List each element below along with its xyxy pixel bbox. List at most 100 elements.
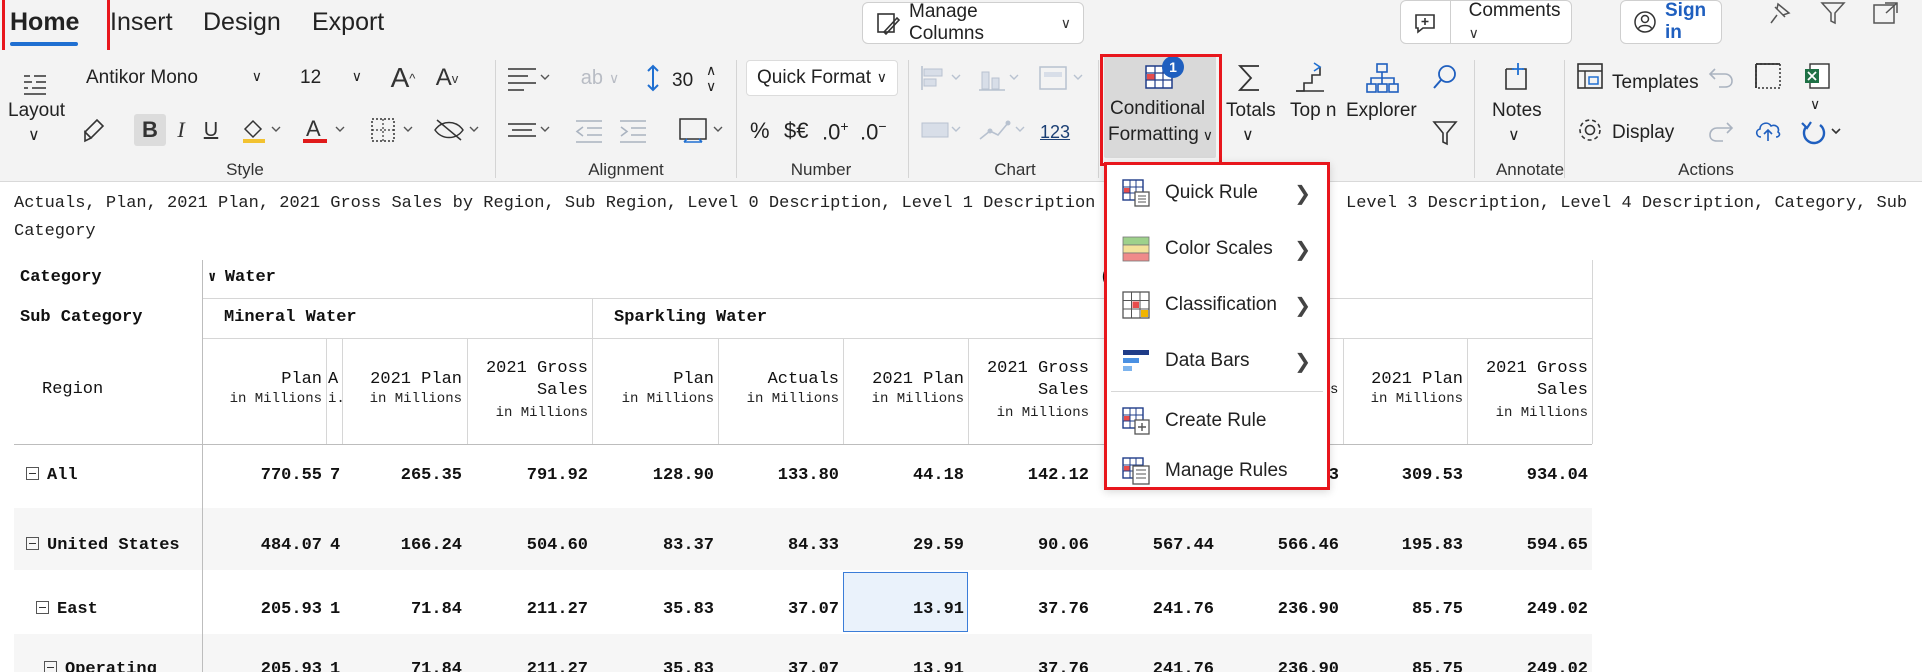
row-label[interactable]: All [26, 466, 78, 485]
filter-icon[interactable] [1428, 116, 1462, 150]
totals-button[interactable]: Totals [1226, 100, 1276, 122]
column-header[interactable]: 2021 Plan in Millions [344, 370, 462, 408]
collapse-icon[interactable] [26, 537, 39, 550]
table-cell[interactable]: 309.53 [1346, 466, 1463, 485]
cloud-upload-icon[interactable] [1752, 114, 1784, 146]
table-cell[interactable]: 37.76 [971, 660, 1089, 672]
column-header[interactable]: Actuals in Millions [721, 370, 839, 408]
increase-decimals-button[interactable]: .0+ [822, 118, 849, 145]
increase-font-icon[interactable]: A ^ [386, 62, 420, 94]
table-cell[interactable]: 241.76 [1096, 660, 1214, 672]
table-cell[interactable]: 934.04 [1470, 466, 1588, 485]
table-cell[interactable]: 770.55 [210, 466, 322, 485]
column-header[interactable]: 2021 Gross Sales in Millions [470, 358, 588, 424]
chevron-down-icon[interactable]: ∨ [28, 125, 40, 145]
table-cell[interactable]: 1 [328, 600, 342, 619]
redo-icon[interactable] [1706, 116, 1736, 146]
table-cell[interactable]: 484.07 [210, 536, 322, 555]
add-comment-button[interactable] [1401, 1, 1451, 43]
table-cell[interactable]: 791.92 [470, 466, 588, 485]
notes-button[interactable]: Notes [1492, 100, 1542, 122]
table-cell[interactable]: 567.44 [1096, 536, 1214, 555]
table-cell[interactable]: 128.90 [596, 466, 714, 485]
fill-color-button[interactable] [240, 114, 284, 146]
column-header[interactable]: Plan in Millions [596, 370, 714, 408]
freeze-panes-icon[interactable] [1752, 60, 1784, 92]
table-cell[interactable]: 85.75 [1346, 600, 1463, 619]
table-cell[interactable]: 211.27 [470, 600, 588, 619]
refresh-button[interactable] [1798, 116, 1848, 148]
undo-icon[interactable] [1706, 62, 1736, 92]
vertical-align-button[interactable] [505, 114, 555, 146]
format-painter-icon[interactable] [80, 112, 110, 146]
bar-chart-button[interactable] [918, 62, 970, 94]
collapse-icon[interactable] [26, 467, 39, 480]
table-cell[interactable]: 13.91 [846, 600, 964, 619]
table-cell[interactable]: 37.07 [721, 600, 839, 619]
table-cell[interactable]: 166.24 [344, 536, 462, 555]
column-header[interactable]: 2021 Gross Sales in Millions [1470, 358, 1588, 424]
table-cell[interactable]: 7 [328, 466, 342, 485]
table-cell[interactable]: 1 [328, 660, 342, 672]
manage-columns-button[interactable]: Manage Columns ∨ [862, 1, 1084, 44]
table-cell[interactable]: 13.91 [846, 660, 964, 672]
waterfall-chart-button[interactable] [918, 114, 970, 146]
hide-button[interactable] [432, 114, 482, 146]
table-cell[interactable]: 133.80 [721, 466, 839, 485]
row-height-value[interactable]: 30 [672, 70, 693, 92]
sub-category-sparkling-water[interactable]: Sparkling Water [614, 308, 767, 327]
search-icon[interactable] [1428, 60, 1462, 94]
horizontal-align-button[interactable] [505, 62, 555, 94]
table-cell[interactable]: 241.76 [1096, 600, 1214, 619]
table-cell[interactable]: 205.93 [210, 600, 322, 619]
comments-button[interactable]: Comments ∨ [1459, 0, 1571, 44]
table-cell[interactable]: 142.12 [971, 466, 1089, 485]
row-label[interactable]: East [36, 600, 98, 619]
tab-export[interactable]: Export [312, 8, 384, 37]
expand-button[interactable] [1868, 0, 1902, 26]
explorer-button[interactable]: Explorer [1346, 100, 1417, 122]
menu-item-classification[interactable]: Classification ❯ [1107, 277, 1327, 333]
row-label[interactable]: United States [26, 536, 180, 555]
table-cell[interactable]: 236.90 [1221, 600, 1339, 619]
bold-button[interactable]: B [134, 114, 166, 146]
italic-button[interactable]: I [170, 114, 192, 146]
decrease-font-icon[interactable]: Av [430, 62, 464, 94]
font-color-button[interactable]: A [300, 114, 348, 146]
column-width-button[interactable] [676, 114, 726, 146]
display-button[interactable]: Display [1612, 122, 1674, 144]
percent-button[interactable]: % [750, 118, 770, 144]
table-cell[interactable]: 37.76 [971, 600, 1089, 619]
table-cell[interactable]: 71.84 [344, 660, 462, 672]
table-cell[interactable]: 44.18 [846, 466, 964, 485]
table-cell[interactable]: 35.83 [596, 660, 714, 672]
table-cell[interactable]: 71.84 [344, 600, 462, 619]
table-cell[interactable]: 90.06 [971, 536, 1089, 555]
sub-category-mineral-water[interactable]: Mineral Water [224, 308, 357, 327]
tab-insert[interactable]: Insert [110, 8, 173, 37]
table-cell[interactable]: 594.65 [1470, 536, 1588, 555]
increase-indent-icon[interactable] [616, 114, 650, 146]
sign-in-button[interactable]: Sign in [1620, 0, 1722, 44]
table-cell[interactable]: 504.60 [470, 536, 588, 555]
row-label[interactable]: Operating [44, 660, 157, 672]
category-water[interactable]: ∨ Water [208, 268, 276, 287]
collapse-icon[interactable] [44, 661, 57, 672]
column-header[interactable]: A. i. [328, 370, 342, 408]
table-cell[interactable]: 211.27 [470, 660, 588, 672]
column-header[interactable]: 2021 Plan in Millions [846, 370, 964, 408]
menu-item-data-bars[interactable]: Data Bars ❯ [1107, 333, 1327, 389]
table-cell[interactable]: 566.46 [1221, 536, 1339, 555]
table-cell[interactable]: 84.33 [721, 536, 839, 555]
table-cell[interactable]: 236.90 [1221, 660, 1339, 672]
font-family-select[interactable]: Antikor Mono ∨ [76, 60, 272, 96]
line-chart-button[interactable] [976, 114, 1032, 146]
table-cell[interactable]: 35.83 [596, 600, 714, 619]
table-cell[interactable]: 83.37 [596, 536, 714, 555]
show-values-button[interactable]: 123 [1040, 122, 1070, 143]
quick-format-select[interactable]: Quick Format ∨ [746, 60, 898, 96]
excel-icon[interactable] [1800, 60, 1834, 92]
top-n-button[interactable]: Top n [1290, 100, 1336, 122]
chevron-down-icon[interactable]: ∨ [1242, 125, 1254, 145]
pin-button[interactable] [1762, 0, 1796, 26]
